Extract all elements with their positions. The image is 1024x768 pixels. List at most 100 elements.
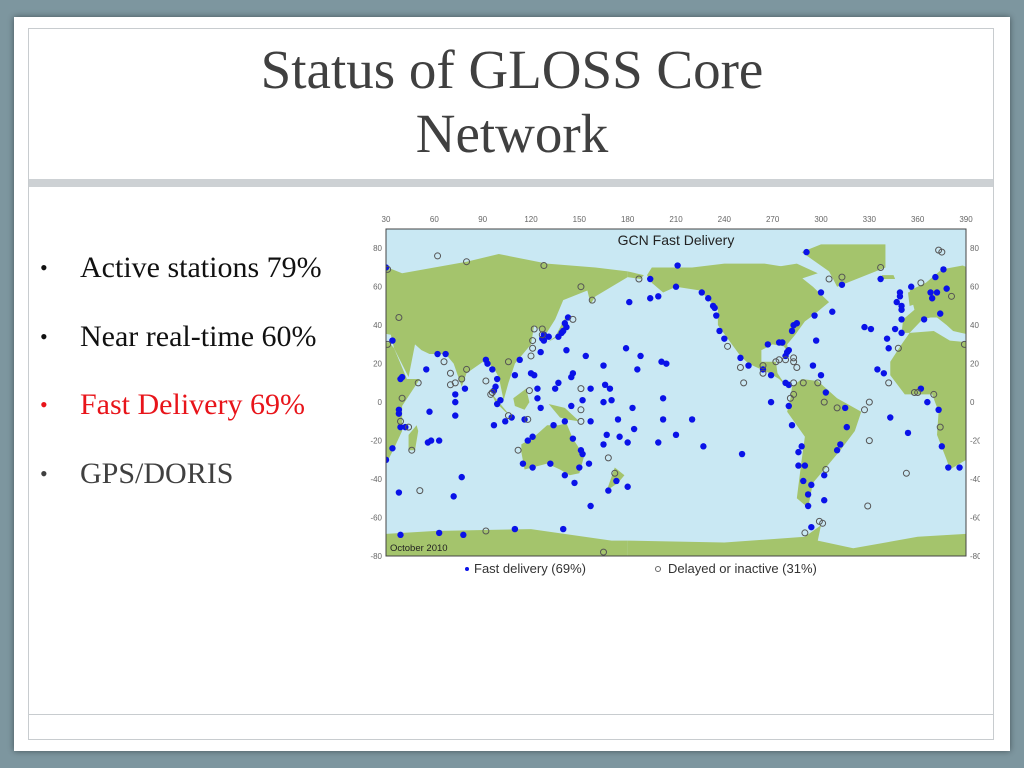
station-fast-delivery [579,450,586,458]
map-date-annotation: October 2010 [390,543,448,554]
y-tick-label-left: 80 [373,244,382,253]
station-fast-delivery [838,281,846,288]
station-fast-delivery [700,443,707,450]
station-fast-delivery [932,273,939,281]
station-fast-delivery [817,371,825,379]
station-fast-delivery [426,408,433,415]
station-fast-delivery [877,275,884,283]
x-tick-label: 30 [382,215,391,224]
y-tick-label-left: -80 [370,552,382,561]
station-fast-delivery [529,433,536,440]
station-fast-delivery [885,345,892,352]
station-fast-delivery [898,316,905,323]
x-tick-label: 300 [814,215,828,224]
station-fast-delivery [821,497,828,504]
station-fast-delivery [821,472,828,479]
station-fast-delivery [841,404,849,412]
station-fast-delivery [484,360,491,367]
station-fast-delivery [442,350,449,358]
legend-delayed-label: Delayed or inactive (31%) [668,561,817,576]
station-fast-delivery [798,443,805,450]
y-tick-label-right: 60 [970,283,979,292]
station-fast-delivery [502,418,509,425]
station-fast-delivery [563,323,570,331]
bullet-icon: • [40,460,48,486]
station-fast-delivery [398,373,406,381]
y-tick-label-left: 40 [373,321,382,330]
station-fast-delivery [603,431,610,439]
legend-fast-label: Fast delivery (69%) [474,561,586,576]
station-fast-delivery [764,341,772,348]
y-tick-label-left: -40 [370,475,382,484]
station-fast-delivery [460,531,467,539]
station-fast-delivery [920,316,928,323]
title-line-1: Status of GLOSS Core [260,39,764,100]
station-fast-delivery [587,385,594,392]
station-fast-delivery [563,346,570,354]
y-tick-label-left: -20 [370,437,382,446]
y-tick-label-left: 0 [378,398,383,407]
station-fast-delivery [795,462,802,469]
station-fast-delivery [579,396,586,404]
station-fast-delivery [829,308,836,315]
station-fast-delivery [809,362,817,369]
station-fast-delivery [435,437,443,444]
station-fast-delivery [452,391,459,398]
station-fast-delivery [629,404,636,412]
station-fast-delivery [713,312,720,319]
gcn-station-map: 30 60 90 120 150 180 210 240 270 300 330 360 390 80 80… [370,215,980,576]
station-fast-delivery [933,289,941,296]
station-fast-delivery [600,398,607,406]
bullet-icon: • [40,392,48,417]
station-fast-delivery [788,422,796,429]
station-fast-delivery [435,529,443,537]
station-fast-delivery [550,422,557,429]
station-fast-delivery [861,323,868,331]
y-tick-label-right: -20 [970,437,980,446]
station-fast-delivery [622,345,630,352]
station-fast-delivery [434,350,441,358]
station-fast-delivery [545,333,552,340]
station-fast-delivery [551,385,559,392]
station-fast-delivery [655,293,662,300]
station-fast-delivery [537,348,544,356]
station-fast-delivery [427,437,435,444]
x-tick-label: 180 [621,215,635,224]
station-fast-delivery [767,371,775,379]
station-fast-delivery [492,383,499,390]
y-tick-label-right: 80 [970,244,979,253]
station-fast-delivery [647,275,654,283]
station-fast-delivery [804,502,812,510]
x-tick-label: 120 [524,215,538,224]
station-fast-delivery [924,398,931,406]
station-fast-delivery [569,370,577,377]
station-fast-delivery [560,525,567,533]
station-fast-delivery [927,289,934,296]
station-fast-delivery [516,356,523,363]
station-fast-delivery [452,398,459,406]
station-fast-delivery [647,295,654,302]
station-fast-delivery [793,320,801,327]
station-fast-delivery [531,371,538,379]
station-fast-delivery [630,425,638,433]
station-fast-delivery [626,298,633,306]
station-fast-delivery [569,435,577,442]
map-title: GCN Fast Delivery [618,232,735,248]
station-fast-delivery [458,473,465,481]
station-fast-delivery [917,385,925,392]
station-fast-delivery [585,460,593,467]
legend-delayed-marker-icon [655,566,661,572]
station-fast-delivery [928,295,936,302]
station-fast-delivery [843,423,850,431]
station-fast-delivery [808,523,815,531]
station-fast-delivery [788,327,796,335]
station-fast-delivery [908,283,915,290]
y-tick-label-right: 40 [970,321,979,330]
station-fast-delivery [883,335,891,342]
station-fast-delivery [397,531,404,539]
station-fast-delivery [490,422,498,429]
station-fast-delivery [940,266,947,273]
station-fast-delivery [600,441,607,448]
station-fast-delivery [497,396,504,404]
y-tick-label-right: 20 [970,360,979,369]
